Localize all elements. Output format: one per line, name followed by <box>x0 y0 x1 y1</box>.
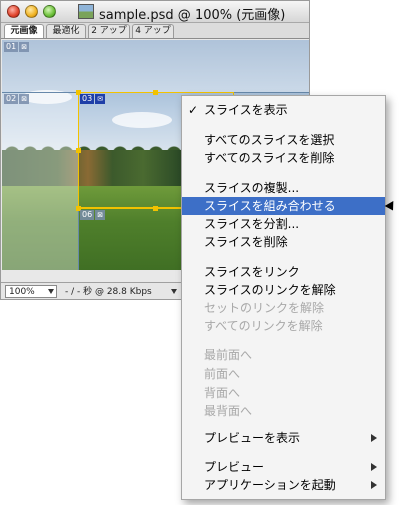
download-time-info: - / - 秒 @ 28.8 Kbps <box>65 287 152 297</box>
document-icon <box>78 4 94 19</box>
zoom-select[interactable]: 100% <box>5 285 57 298</box>
menu-item-label: 背面へ <box>204 386 241 400</box>
slice-number: 02 <box>4 94 19 104</box>
menu-item-show-preview[interactable]: プレビューを表示 <box>182 429 385 447</box>
slice-link-icon: ⊠ <box>95 210 106 220</box>
tab-original[interactable]: 元画像 <box>4 24 44 38</box>
menu-item-show-slices[interactable]: ✓ スライスを表示 <box>182 101 385 119</box>
slice-number: 06 <box>80 210 95 220</box>
menu-item-duplicate-slice[interactable]: スライスの複製... <box>182 179 385 197</box>
title-bar[interactable]: sample.psd @ 100% (元画像) <box>1 1 309 23</box>
slice-tag-02[interactable]: 02 ⊠ <box>4 94 30 104</box>
menu-item-label: 最前面へ <box>204 348 253 362</box>
resize-handle[interactable] <box>153 90 158 95</box>
menu-item-label: プレビュー <box>204 460 265 474</box>
menu-item-unlink-set[interactable]: セットのリンクを解除 <box>182 299 385 317</box>
tab-2-up[interactable]: 2 アップ <box>88 24 130 38</box>
window-title: sample.psd @ 100% (元画像) <box>99 8 286 23</box>
menu-item-label: スライスを表示 <box>204 103 288 117</box>
view-tabs: 元画像 最適化 2 アップ 4 アップ <box>1 23 309 39</box>
resize-handle[interactable] <box>76 148 81 153</box>
tab-optimized[interactable]: 最適化 <box>46 24 86 38</box>
slice-link-icon: ⊠ <box>19 42 30 52</box>
menu-item-delete-all-slices[interactable]: すべてのスライスを削除 <box>182 149 385 167</box>
check-icon: ✓ <box>188 103 199 117</box>
slice-tag-06[interactable]: 06 ⊠ <box>80 210 106 220</box>
menu-item-select-all-slices[interactable]: すべてのスライスを選択 <box>182 131 385 149</box>
close-button[interactable] <box>7 5 20 18</box>
chevron-down-icon[interactable] <box>171 289 177 294</box>
menu-item-label: 最背面へ <box>204 404 253 418</box>
menu-item-label: プレビューを表示 <box>204 431 301 445</box>
menu-item-divide-slice[interactable]: スライスを分割... <box>182 215 385 233</box>
menu-item-label: すべてのスライスを選択 <box>204 133 335 147</box>
submenu-arrow-icon <box>371 481 377 489</box>
unselected-slice-overlay <box>78 40 309 92</box>
menu-item-bring-forward[interactable]: 前面へ <box>182 365 385 383</box>
unselected-slice-overlay <box>2 40 78 270</box>
menu-item-unlink-slices[interactable]: スライスのリンクを解除 <box>182 281 385 299</box>
zoom-button[interactable] <box>43 5 56 18</box>
menu-item-label: スライスを組み合わせる <box>204 199 336 213</box>
menu-item-preview[interactable]: プレビュー <box>182 458 385 476</box>
menu-item-launch-application[interactable]: アプリケーションを起動 <box>182 476 385 494</box>
slice-link-icon: ⊠ <box>19 94 30 104</box>
menu-item-label: すべてのリンクを解除 <box>204 319 323 333</box>
menu-item-combine-slices[interactable]: スライスを組み合わせる <box>182 197 385 215</box>
slice-tag-01[interactable]: 01 ⊠ <box>4 42 30 52</box>
menu-item-label: セットのリンクを解除 <box>204 301 325 315</box>
menu-item-bring-to-front[interactable]: 最前面へ <box>182 346 385 364</box>
menu-item-label: アプリケーションを起動 <box>204 478 336 492</box>
menu-item-send-to-back[interactable]: 最背面へ <box>182 402 385 420</box>
slice-context-menu: ✓ スライスを表示 すべてのスライスを選択 すべてのスライスを削除 スライスの複… <box>181 95 386 500</box>
chevron-down-icon <box>48 289 54 294</box>
submenu-arrow-icon <box>371 434 377 442</box>
resize-handle[interactable] <box>153 206 158 211</box>
menu-item-link-slices[interactable]: スライスをリンク <box>182 263 385 281</box>
menu-item-label: すべてのスライスを削除 <box>204 151 335 165</box>
menu-item-delete-slice[interactable]: スライスを削除 <box>182 233 385 251</box>
menu-item-send-backward[interactable]: 背面へ <box>182 384 385 402</box>
submenu-arrow-icon <box>371 463 377 471</box>
tab-4-up[interactable]: 4 アップ <box>132 24 174 38</box>
slice-number: 03 <box>80 94 95 104</box>
menu-item-unlink-all[interactable]: すべてのリンクを解除 <box>182 317 385 335</box>
menu-item-label: スライスの複製... <box>204 181 300 195</box>
slice-image-icon: ✉ <box>95 94 106 104</box>
slice-number: 01 <box>4 42 19 52</box>
menu-item-label: スライスを削除 <box>204 235 288 249</box>
menu-item-label: スライスをリンク <box>204 265 300 279</box>
menu-item-label: スライスを分割... <box>204 217 300 231</box>
zoom-value: 100% <box>9 287 35 297</box>
minimize-button[interactable] <box>25 5 38 18</box>
slice-tag-03[interactable]: 03 ✉ <box>80 94 106 104</box>
menu-item-label: スライスのリンクを解除 <box>204 283 336 297</box>
mouse-cursor-icon <box>384 201 398 213</box>
menu-item-label: 前面へ <box>204 367 241 381</box>
